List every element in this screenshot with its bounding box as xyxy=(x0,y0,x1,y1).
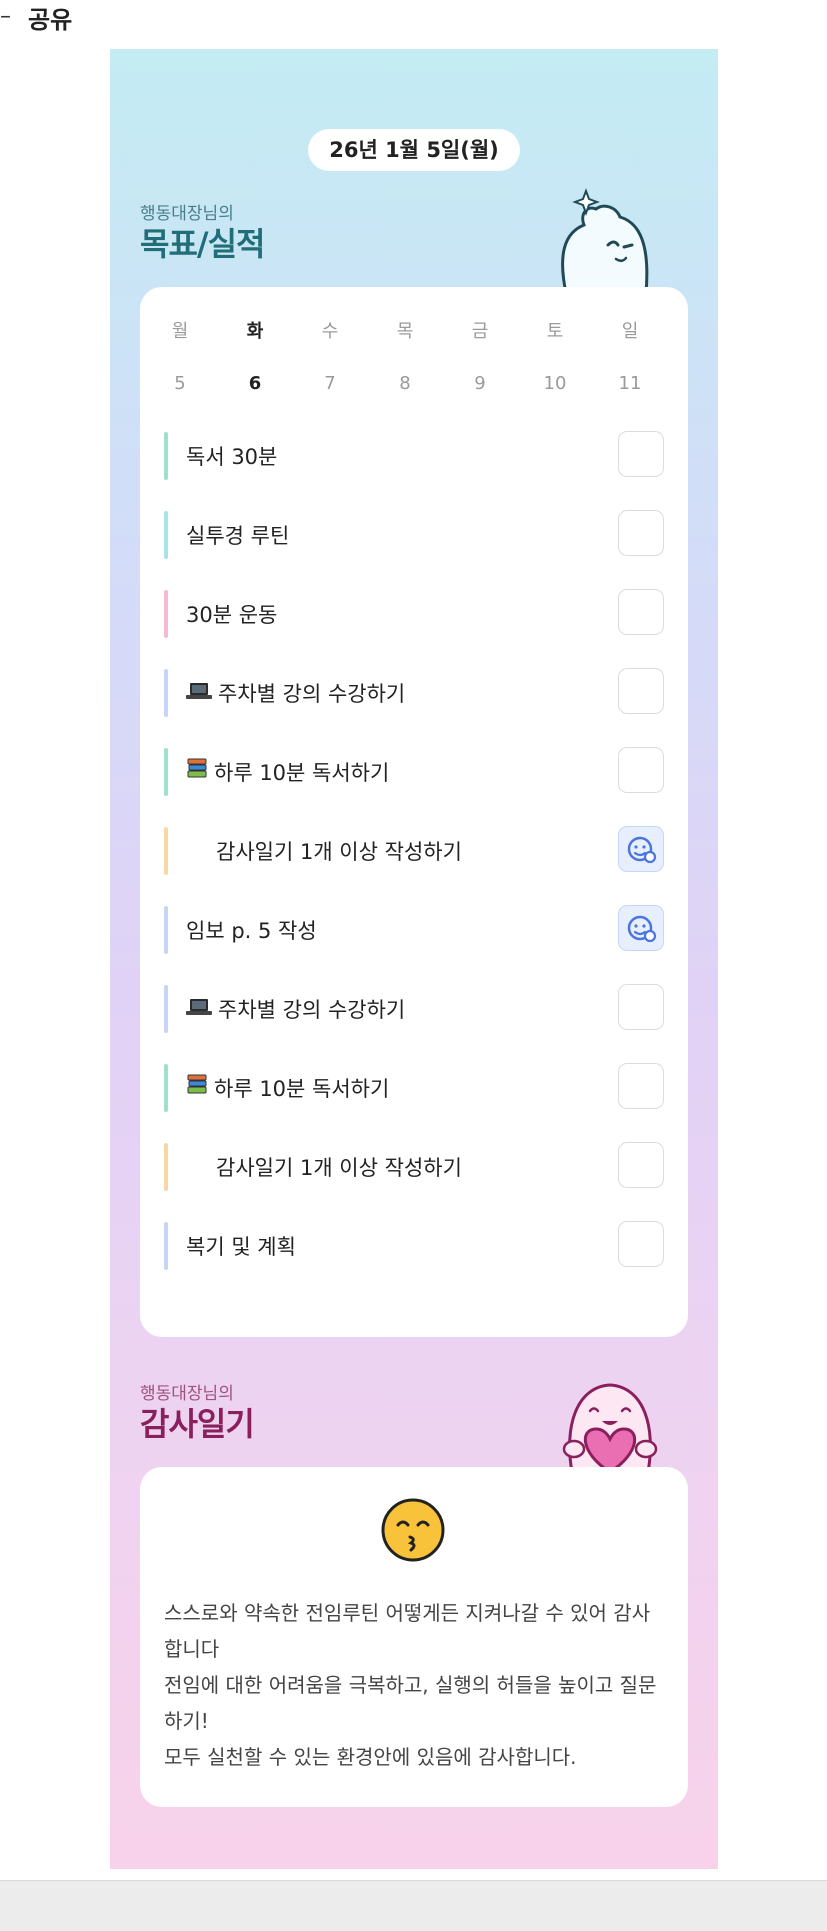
day-number[interactable]: 5 xyxy=(160,373,200,394)
goal-row: 실투경 루틴 xyxy=(164,508,664,562)
day-number[interactable]: 8 xyxy=(385,373,425,394)
goal-row: 하루 10분 독서하기 xyxy=(164,1061,664,1115)
goal-color-bar xyxy=(164,1222,168,1270)
goal-row: 주차별 강의 수강하기 xyxy=(164,982,664,1036)
diary-line: 스스로와 약속한 전임루틴 어떻게든 지켜나갈 수 있어 감사합니다 xyxy=(164,1601,651,1661)
weekday-label: 일 xyxy=(621,321,639,342)
day-number[interactable]: 10 xyxy=(535,373,575,394)
goal-label-text: 감사일기 1개 이상 작성하기 xyxy=(216,840,462,864)
share-label[interactable]: 공유 xyxy=(28,0,72,35)
weekday-label: 금 xyxy=(471,321,489,342)
goals-title: 목표/실적 xyxy=(140,225,265,263)
goal-checkbox[interactable] xyxy=(618,1221,664,1267)
weekday-label: 토 xyxy=(546,321,564,342)
goal-label-text: 실투경 루틴 xyxy=(186,524,290,548)
goal-label-text: 주차별 강의 수강하기 xyxy=(218,998,406,1022)
goal-label-text: 30분 운동 xyxy=(186,603,278,627)
goal-checkbox[interactable] xyxy=(618,1142,664,1188)
books-icon xyxy=(186,1062,208,1116)
goal-label-text: 감사일기 1개 이상 작성하기 xyxy=(216,1156,462,1180)
laptop-icon xyxy=(186,667,212,721)
goal-label-text: 하루 10분 독서하기 xyxy=(214,1077,390,1101)
date-pill: 26년 1월 5일(월) xyxy=(308,129,520,171)
goal-row: 감사일기 1개 이상 작성하기 xyxy=(164,824,664,878)
goal-label: 주차별 강의 수강하기 xyxy=(186,666,405,721)
goal-color-bar xyxy=(164,511,168,559)
weekday-label: 화 xyxy=(246,321,264,342)
goal-row: 하루 10분 독서하기 xyxy=(164,745,664,799)
goal-color-bar xyxy=(164,1064,168,1112)
goal-checkbox[interactable] xyxy=(618,1063,664,1109)
day-number[interactable]: 11 xyxy=(610,373,650,394)
share-card: 26년 1월 5일(월) 행동대장님의 목표/실적 월 5 화 6 수 7 목 8 금 9 토 10 일… xyxy=(110,49,718,1869)
heart-mascot-icon xyxy=(562,1383,658,1472)
goal-checkbox[interactable] xyxy=(618,510,664,556)
goal-checkbox[interactable] xyxy=(618,747,664,793)
goal-label: 감사일기 1개 이상 작성하기 xyxy=(216,824,462,879)
goal-label: 감사일기 1개 이상 작성하기 xyxy=(216,1140,462,1195)
goal-checkbox[interactable] xyxy=(618,589,664,635)
diary-title: 감사일기 xyxy=(140,1405,255,1443)
ghost-mascot-icon xyxy=(561,188,649,295)
minus-icon: – xyxy=(0,4,11,29)
weekday-label: 목 xyxy=(396,321,414,342)
goal-row: 감사일기 1개 이상 작성하기 xyxy=(164,1140,664,1194)
goal-label: 하루 10분 독서하기 xyxy=(186,745,389,800)
goal-label: 실투경 루틴 xyxy=(186,508,289,563)
weekday-label: 수 xyxy=(321,321,339,342)
goal-label: 복기 및 계획 xyxy=(186,1219,296,1274)
goal-color-bar xyxy=(164,906,168,954)
top-header: – 공유 xyxy=(0,0,827,40)
smiley-check-icon xyxy=(627,915,657,943)
goal-row: 주차별 강의 수강하기 xyxy=(164,666,664,720)
goal-color-bar xyxy=(164,985,168,1033)
goal-color-bar xyxy=(164,827,168,875)
goal-label-text: 임보 p. 5 작성 xyxy=(186,919,317,943)
diary-panel: 스스로와 약속한 전임루틴 어떻게든 지켜나갈 수 있어 감사합니다전임에 대한… xyxy=(140,1467,688,1807)
goal-color-bar xyxy=(164,432,168,480)
diary-line: 전임에 대한 어려움을 극복하고, 실행의 허들을 높이고 질문하기! xyxy=(164,1673,657,1733)
kissing-face-icon xyxy=(381,1498,445,1562)
day-number[interactable]: 9 xyxy=(460,373,500,394)
goal-row: 복기 및 계획 xyxy=(164,1219,664,1273)
goal-color-bar xyxy=(164,748,168,796)
goal-label: 독서 30분 xyxy=(186,429,277,484)
day-number[interactable]: 6 xyxy=(235,373,275,394)
goal-checkbox-checked[interactable] xyxy=(618,826,664,872)
goal-checkbox[interactable] xyxy=(618,668,664,714)
diary-text: 스스로와 약속한 전임루틴 어떻게든 지켜나갈 수 있어 감사합니다전임에 대한… xyxy=(164,1595,664,1775)
goal-color-bar xyxy=(164,669,168,717)
goal-label: 30분 운동 xyxy=(186,587,277,642)
goal-label-text: 주차별 강의 수강하기 xyxy=(218,682,406,706)
diary-line: 모두 실천할 수 있는 환경안에 있음에 감사합니다. xyxy=(164,1745,577,1769)
goals-panel: 월 5 화 6 수 7 목 8 금 9 토 10 일 11 독서 30분실투경 루틴 30분 운동주차별 강… xyxy=(140,287,688,1337)
goal-checkbox-checked[interactable] xyxy=(618,905,664,951)
goal-checkbox[interactable] xyxy=(618,984,664,1030)
weekday-label: 월 xyxy=(171,321,189,342)
goal-row: 30분 운동 xyxy=(164,587,664,641)
goal-label-text: 복기 및 계획 xyxy=(186,1235,296,1259)
goal-label: 주차별 강의 수강하기 xyxy=(186,982,405,1037)
goal-color-bar xyxy=(164,590,168,638)
goal-color-bar xyxy=(164,1143,168,1191)
goal-label: 임보 p. 5 작성 xyxy=(186,903,317,958)
goal-row: 임보 p. 5 작성 xyxy=(164,903,664,957)
goal-checkbox[interactable] xyxy=(618,431,664,477)
day-number[interactable]: 7 xyxy=(310,373,350,394)
books-icon xyxy=(186,746,208,800)
goal-label: 하루 10분 독서하기 xyxy=(186,1061,389,1116)
goal-row: 독서 30분 xyxy=(164,429,664,483)
goal-label-text: 하루 10분 독서하기 xyxy=(214,761,390,785)
smiley-check-icon xyxy=(627,836,657,864)
bottom-scroll-bar xyxy=(0,1880,827,1931)
goal-label-text: 독서 30분 xyxy=(186,445,278,469)
laptop-icon xyxy=(186,983,212,1037)
